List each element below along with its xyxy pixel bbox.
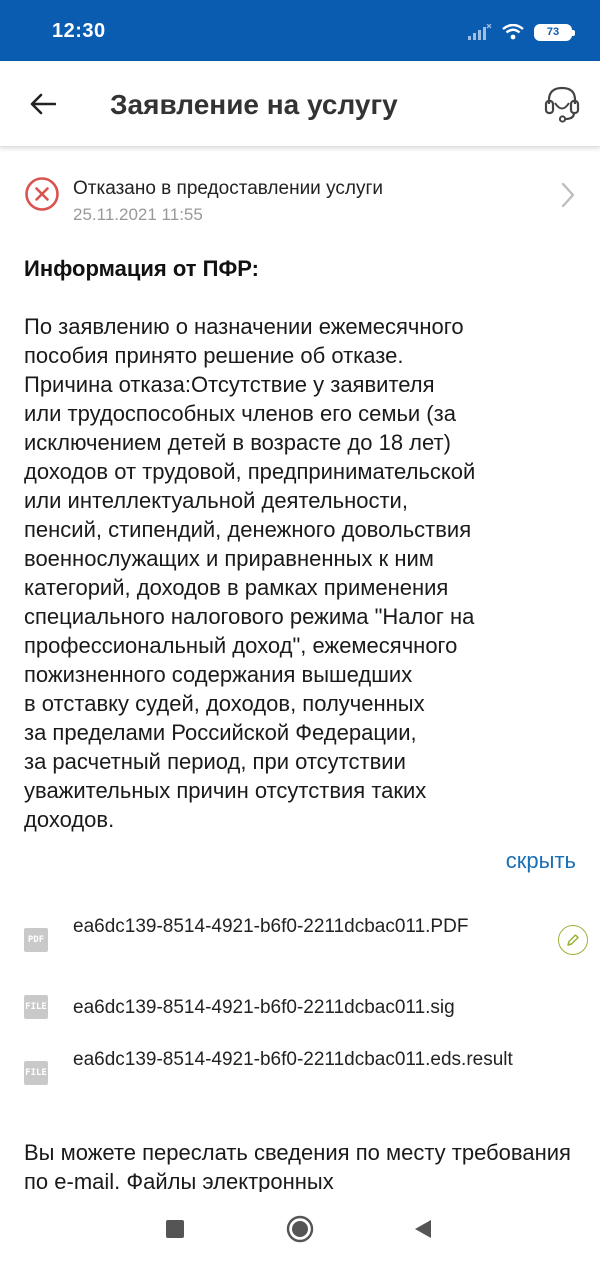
rejected-icon <box>25 177 59 211</box>
arrow-left-icon <box>30 93 56 115</box>
file-name: ea6dc139-8514-4921-b6f0-2211dcbac011.sig <box>73 997 455 1018</box>
page-title: Заявление на услугу <box>110 89 398 120</box>
file-name: ea6dc139-8514-4921-b6f0-2211dcbac011.PDF <box>73 916 469 937</box>
status-time: 12:30 <box>52 20 106 42</box>
status-title: Отказано в предоставлении услуги <box>73 178 383 199</box>
pen-icon <box>567 934 579 946</box>
back-button[interactable] <box>24 85 62 123</box>
status-icons: 73 <box>468 20 575 44</box>
pdf-file-icon: PDF <box>24 928 48 952</box>
status-bar: 12:30 73 <box>0 0 600 61</box>
info-heading: Информация от ПФР: <box>24 256 259 281</box>
info-body: По заявлению о назначении ежемесячного п… <box>24 314 476 832</box>
support-button[interactable] <box>542 83 582 125</box>
sign-button[interactable] <box>558 925 588 955</box>
app-bar: Заявление на услугу <box>0 61 600 147</box>
file-row-pdf[interactable]: PDF ea6dc139-8514-4921-b6f0-2211dcbac011… <box>0 914 600 970</box>
recent-apps-button[interactable] <box>160 1214 190 1244</box>
signal-icon <box>468 24 492 40</box>
file-name: ea6dc139-8514-4921-b6f0-2211dcbac011.eds… <box>73 1049 513 1070</box>
file-icon: FILE <box>24 995 48 1019</box>
back-nav-button[interactable] <box>408 1214 438 1244</box>
chevron-right-icon <box>561 182 575 208</box>
circle-icon <box>286 1215 314 1243</box>
file-row-sig[interactable]: FILE ea6dc139-8514-4921-b6f0-2211dcbac01… <box>0 993 600 1023</box>
hide-link[interactable]: скрыть <box>506 848 576 874</box>
forward-info-text: Вы можете переслать сведения по месту тр… <box>24 1140 571 1192</box>
file-row-result[interactable]: FILE ea6dc139-8514-4921-b6f0-2211dcbac01… <box>0 1047 600 1103</box>
system-nav-bar <box>0 1192 600 1266</box>
triangle-back-icon <box>415 1220 431 1238</box>
file-icon: FILE <box>24 1061 48 1085</box>
main-content[interactable]: Отказано в предоставлении услуги 25.11.2… <box>0 148 600 1192</box>
square-icon <box>166 1220 184 1238</box>
battery-icon: 73 <box>534 23 575 41</box>
home-button[interactable] <box>285 1214 315 1244</box>
headset-icon <box>544 86 580 123</box>
application-status-row[interactable]: Отказано в предоставлении услуги 25.11.2… <box>0 170 600 230</box>
status-date: 25.11.2021 11:55 <box>73 205 203 224</box>
wifi-icon <box>502 24 524 40</box>
